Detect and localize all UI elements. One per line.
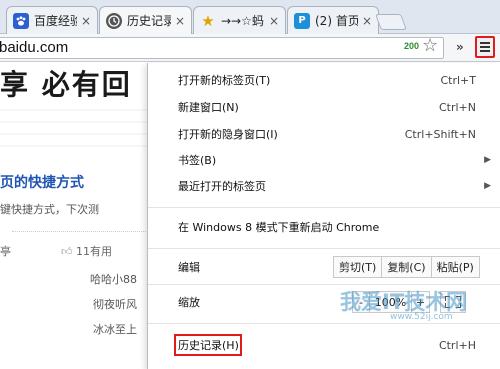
menu-item-bookmarks[interactable]: 书签(B) ▶ bbox=[148, 149, 500, 171]
menu-separator bbox=[148, 323, 500, 324]
extensions-overflow-icon[interactable]: » bbox=[456, 40, 464, 54]
bookmark-star-icon[interactable]: ☆ bbox=[422, 37, 438, 55]
extension-badge[interactable]: 200 bbox=[404, 41, 419, 51]
menu-item-shortcut: Ctrl+Shift+N bbox=[404, 127, 476, 141]
menu-separator bbox=[148, 248, 500, 249]
close-icon[interactable]: × bbox=[81, 14, 91, 28]
tab-home[interactable]: P (2) 首页 × bbox=[287, 6, 379, 34]
menu-item-relaunch-windows8[interactable]: 在 Windows 8 模式下重新启动 Chrome bbox=[148, 216, 500, 238]
submenu-arrow-icon: ▶ bbox=[484, 155, 491, 165]
menu-bar-icon bbox=[480, 46, 490, 48]
chrome-menu-button[interactable] bbox=[475, 36, 495, 58]
history-clock-icon bbox=[106, 12, 122, 29]
close-icon[interactable]: × bbox=[269, 14, 279, 28]
cut-button[interactable]: 剪切(T) bbox=[333, 256, 383, 278]
user-name[interactable]: 哈哈小88 bbox=[90, 271, 137, 287]
address-bar[interactable]: baidu.com bbox=[0, 37, 444, 59]
useful-count[interactable]: 👍︎ 11有用 bbox=[61, 243, 112, 259]
menu-item-label: 编辑 bbox=[178, 261, 200, 274]
tab-bookmark-page[interactable]: ★ →→☆蚂 × bbox=[193, 6, 286, 34]
menu-item-shortcut: Ctrl+T bbox=[440, 73, 476, 87]
highlight-box bbox=[174, 334, 242, 356]
menu-separator bbox=[148, 207, 500, 208]
tab-title: 百度经验 bbox=[34, 14, 77, 28]
menu-item-label: 在 Windows 8 模式下重新启动 Chrome bbox=[178, 221, 380, 234]
tab-strip: 百度经验 × 历史记录 × ★ →→☆蚂 × P (2) 首页 × bbox=[0, 0, 500, 34]
tab-baidu-jingyan[interactable]: 百度经验 × bbox=[6, 6, 98, 34]
menu-item-label: 打开新的隐身窗口(I) bbox=[178, 128, 278, 141]
menu-separator bbox=[148, 284, 500, 285]
page-banner: 享 必有回 bbox=[0, 68, 132, 99]
user-name[interactable]: 彻夜听风 bbox=[93, 296, 137, 312]
menu-item-label: 书签(B) bbox=[178, 154, 217, 167]
thumbs-up-icon: 👍︎ bbox=[61, 245, 73, 258]
new-tab-button[interactable] bbox=[375, 14, 407, 30]
copy-button[interactable]: 复制(C) bbox=[382, 256, 432, 278]
menu-bar-icon bbox=[480, 50, 490, 52]
divider bbox=[12, 231, 146, 232]
article-summary: 键快捷方式，下次测 bbox=[0, 203, 99, 216]
chrome-main-menu: 打开新的标签页(T) Ctrl+T 新建窗口(N) Ctrl+N 打开新的隐身窗… bbox=[147, 63, 500, 369]
paste-button[interactable]: 粘贴(P) bbox=[431, 256, 480, 278]
tab-title: (2) 首页 bbox=[315, 14, 358, 28]
banner-background bbox=[0, 99, 148, 155]
tab-title: 历史记录 bbox=[127, 14, 171, 28]
menu-item-label: 新建窗口(N) bbox=[178, 101, 239, 114]
menu-item-incognito[interactable]: 打开新的隐身窗口(I) Ctrl+Shift+N bbox=[148, 123, 500, 145]
baidu-paw-icon bbox=[13, 12, 29, 29]
star-favicon: ★ bbox=[201, 11, 215, 30]
meta-author: 亭 bbox=[0, 245, 11, 258]
menu-item-label: 缩放 bbox=[178, 296, 200, 309]
menu-item-shortcut: Ctrl+N bbox=[438, 100, 476, 114]
menu-item-new-tab[interactable]: 打开新的标签页(T) Ctrl+T bbox=[148, 69, 500, 91]
article-heading-link[interactable]: 页的快捷方式 bbox=[0, 172, 84, 192]
user-name[interactable]: 冰冰至上 bbox=[93, 321, 137, 337]
menu-item-label: 打开新的标签页(T) bbox=[178, 74, 271, 87]
close-icon[interactable]: × bbox=[175, 14, 185, 28]
menu-item-shortcut: Ctrl+H bbox=[438, 338, 476, 352]
submenu-arrow-icon: ▶ bbox=[484, 181, 491, 191]
tab-history[interactable]: 历史记录 × bbox=[99, 6, 192, 34]
p-favicon: P bbox=[294, 12, 310, 29]
menu-bar-icon bbox=[480, 42, 490, 44]
menu-item-label: 最近打开的标签页 bbox=[178, 180, 266, 193]
edit-button-group: 剪切(T) 复制(C) 粘贴(P) bbox=[333, 256, 480, 278]
useful-count-label: 11有用 bbox=[76, 245, 112, 258]
site-watermark-url: www.52ij.com bbox=[390, 312, 453, 322]
tab-title: →→☆蚂 bbox=[221, 14, 264, 28]
menu-item-recent-tabs[interactable]: 最近打开的标签页 ▶ bbox=[148, 175, 500, 197]
menu-item-new-window[interactable]: 新建窗口(N) Ctrl+N bbox=[148, 96, 500, 118]
close-icon[interactable]: × bbox=[362, 14, 372, 28]
